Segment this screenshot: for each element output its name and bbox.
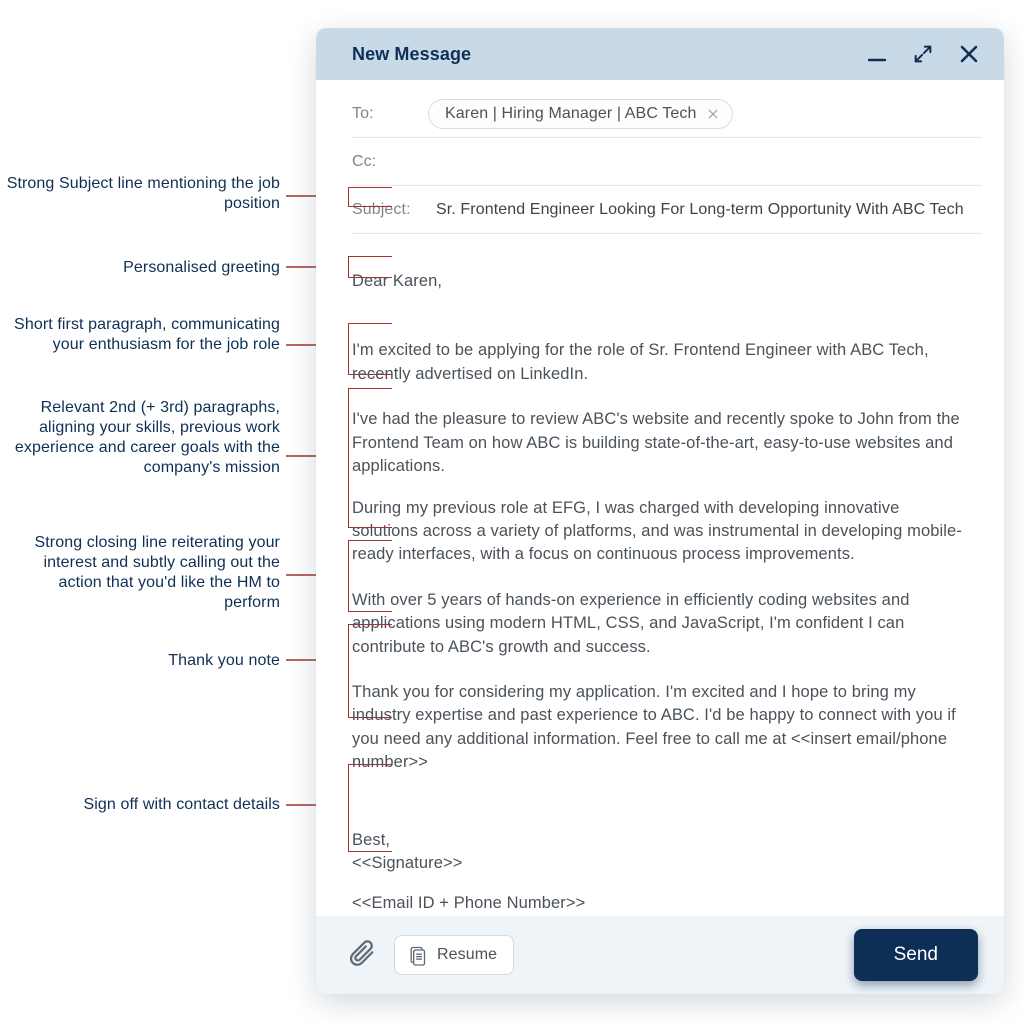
paragraph-4: With over 5 years of hands-on experience… <box>352 589 970 659</box>
cc-row[interactable]: Cc: <box>352 138 982 186</box>
header-fields: To: Karen | Hiring Manager | ABC Tech Cc… <box>316 80 1004 234</box>
compose-window: New Message To <box>316 28 1004 994</box>
signoff-signature: <<Signature>> <box>352 852 970 875</box>
signoff-best: Best, <box>352 829 970 852</box>
titlebar: New Message <box>316 28 1004 80</box>
annotation-first-paragraph: Short first paragraph, communicating you… <box>0 315 280 355</box>
chip-remove-icon[interactable] <box>706 107 720 121</box>
paragraph-5: Thank you for considering my application… <box>352 681 970 775</box>
cc-label: Cc: <box>352 153 414 171</box>
subject-label: Subject: <box>352 201 422 219</box>
expand-icon[interactable] <box>910 41 936 67</box>
annotation-subject: Strong Subject line mentioning the job p… <box>0 174 280 214</box>
message-body[interactable]: Dear Karen, I'm excited to be applying f… <box>316 234 1004 916</box>
minimize-icon[interactable] <box>864 41 890 67</box>
to-label: To: <box>352 105 414 123</box>
bottom-bar: Resume Send <box>316 916 1004 994</box>
document-icon <box>407 944 427 966</box>
annotation-signoff: Sign off with contact details <box>0 795 280 815</box>
annotation-thank-you: Thank you note <box>0 651 280 671</box>
paragraph-1: I'm excited to be applying for the role … <box>352 339 970 386</box>
attachment-chip[interactable]: Resume <box>394 935 514 975</box>
subject-text: Sr. Frontend Engineer Looking For Long-t… <box>436 201 964 219</box>
diagram-stage: Strong Subject line mentioning the job p… <box>0 0 1024 1024</box>
send-button[interactable]: Send <box>854 929 978 981</box>
paragraph-2: I've had the pleasure to review ABC's we… <box>352 408 970 478</box>
annotation-closing-line: Strong closing line reiterating your int… <box>0 533 280 613</box>
greeting-line: Dear Karen, <box>352 270 970 293</box>
paragraph-3: During my previous role at EFG, I was ch… <box>352 497 970 567</box>
paperclip-icon[interactable] <box>346 938 376 973</box>
attachment-label: Resume <box>437 946 497 964</box>
to-row[interactable]: To: Karen | Hiring Manager | ABC Tech <box>352 90 982 138</box>
window-title: New Message <box>352 44 471 65</box>
annotation-body-paragraphs: Relevant 2nd (+ 3rd) paragraphs, alignin… <box>0 398 280 478</box>
signoff-contact: <<Email ID + Phone Number>> <box>352 892 970 915</box>
close-icon[interactable] <box>956 41 982 67</box>
recipient-chip-text: Karen | Hiring Manager | ABC Tech <box>445 105 696 123</box>
annotation-greeting: Personalised greeting <box>0 258 280 278</box>
subject-row[interactable]: Subject: Sr. Frontend Engineer Looking F… <box>352 186 982 234</box>
recipient-chip[interactable]: Karen | Hiring Manager | ABC Tech <box>428 99 733 129</box>
